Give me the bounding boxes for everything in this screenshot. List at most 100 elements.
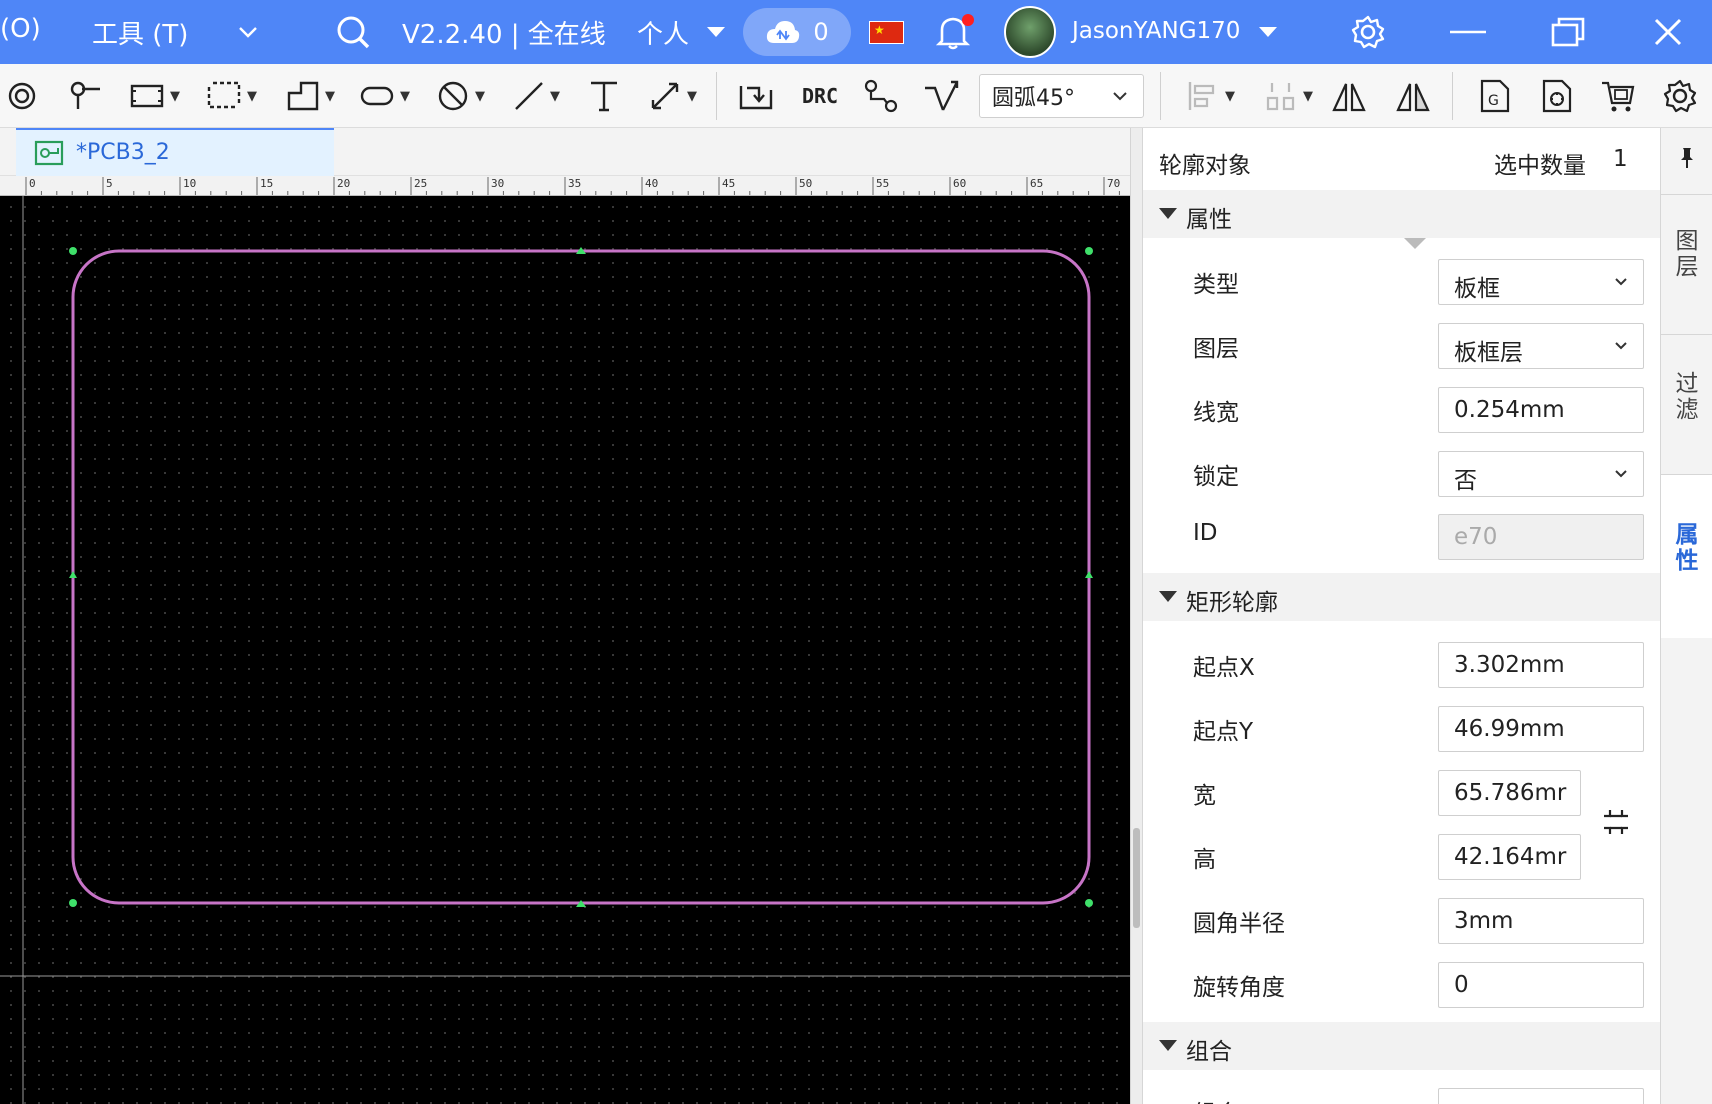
cloud-icon	[767, 21, 800, 43]
drc-button[interactable]: DRC	[796, 74, 844, 118]
board-outline-tool[interactable]: ▼	[126, 74, 184, 118]
cloud-sync-button[interactable]: 0	[743, 8, 851, 56]
caret-down-icon[interactable]: ▼	[170, 89, 180, 104]
menu-partial[interactable]: (O)	[0, 14, 41, 44]
start-y-input[interactable]: 46.99mm	[1438, 706, 1644, 752]
polyline-tool[interactable]: ▼	[282, 74, 340, 118]
collapse-triangle-icon	[1159, 208, 1177, 219]
distribute-tool[interactable]: ▼	[1258, 74, 1320, 118]
group-input[interactable]	[1438, 1088, 1644, 1104]
gear-icon[interactable]	[1348, 12, 1388, 52]
link-aspect-icon[interactable]	[1598, 804, 1634, 840]
row-start-x: 起点X 3.302mm	[1143, 632, 1660, 696]
via-tool-icon[interactable]	[4, 74, 40, 118]
caret-down-icon[interactable]: ▼	[247, 89, 257, 104]
caret-down-icon[interactable]: ▼	[1303, 89, 1313, 104]
width-input[interactable]: 65.786mr	[1438, 770, 1581, 816]
radius-input[interactable]: 3mm	[1438, 898, 1644, 944]
diff-pair-icon[interactable]	[922, 74, 960, 118]
height-input[interactable]: 42.164mr	[1438, 834, 1581, 880]
lock-label: 锁定	[1193, 464, 1239, 490]
cart-icon[interactable]	[1598, 74, 1638, 118]
china-flag-icon[interactable]: ★	[869, 21, 904, 44]
section-label: 组合	[1186, 1039, 1232, 1065]
single-route-icon[interactable]	[862, 74, 900, 118]
pin-icon[interactable]	[1675, 146, 1699, 170]
handle-bottom-left[interactable]	[69, 899, 77, 907]
radius-label: 圆角半径	[1193, 911, 1285, 937]
canvas-scrollbar[interactable]	[1130, 128, 1142, 1104]
caret-down-icon[interactable]: ▼	[687, 89, 697, 104]
section-label: 属性	[1186, 207, 1232, 233]
layer-select[interactable]: 板框层	[1438, 323, 1644, 369]
no-entry-icon	[438, 81, 468, 111]
handle-bottom-right[interactable]	[1085, 899, 1093, 907]
chevron-down-icon	[1615, 470, 1627, 478]
tab-layers[interactable]: 图 层	[1661, 194, 1712, 334]
section-group[interactable]: 组合	[1143, 1022, 1660, 1070]
handle-top-right[interactable]	[1085, 247, 1093, 255]
ellipse-tool[interactable]: ▼	[356, 74, 414, 118]
ruler-label: 40	[645, 177, 659, 190]
caret-down-icon[interactable]	[696, 12, 736, 52]
caret-down-icon[interactable]	[1248, 12, 1288, 52]
linewidth-input[interactable]: 0.254mm	[1438, 387, 1644, 433]
dimension-tool[interactable]: ▼	[644, 74, 702, 118]
region-tool[interactable]: ▼	[202, 74, 262, 118]
section-rect-outline[interactable]: 矩形轮廓	[1143, 573, 1660, 621]
caret-down-icon[interactable]: ▼	[325, 89, 335, 104]
row-type: 类型 板框	[1143, 249, 1660, 313]
ruler-label: 5	[106, 177, 113, 190]
text-tool-icon[interactable]	[586, 74, 622, 118]
minimize-icon[interactable]	[1448, 12, 1488, 52]
ruler-label: 65	[1030, 177, 1044, 190]
lock-select[interactable]: 否	[1438, 451, 1644, 497]
caret-down-icon[interactable]: ▼	[550, 89, 560, 104]
avatar[interactable]	[1004, 6, 1056, 58]
smt-export-icon[interactable]	[1536, 74, 1576, 118]
type-value: 板框	[1454, 276, 1500, 302]
document-tab-strip: *PCB3_2	[0, 128, 1130, 176]
handle-top-left[interactable]	[69, 247, 77, 255]
start-x-input[interactable]: 3.302mm	[1438, 642, 1644, 688]
row-start-y: 起点Y 46.99mm	[1143, 696, 1660, 760]
search-icon[interactable]	[333, 12, 373, 52]
gerber-export-icon[interactable]: G	[1474, 74, 1514, 118]
pcb-canvas[interactable]	[0, 196, 1130, 1104]
rotation-input[interactable]: 0	[1438, 962, 1644, 1008]
tab-layers-char: 图	[1675, 228, 1699, 254]
flip-horizontal-icon[interactable]	[1330, 74, 1368, 118]
handle-left-mid[interactable]	[69, 571, 77, 578]
line-tool[interactable]: ▼	[508, 74, 566, 118]
restore-icon[interactable]	[1548, 12, 1588, 52]
caret-down-icon[interactable]: ▼	[1225, 89, 1235, 104]
section-attributes[interactable]: 属性	[1143, 190, 1660, 238]
align-tool[interactable]: ▼	[1180, 74, 1242, 118]
workspace-selector[interactable]: 个人	[637, 14, 689, 51]
ruler-label: 20	[337, 177, 351, 190]
rotation-label: 旋转角度	[1193, 975, 1285, 1001]
chevron-down-icon[interactable]	[228, 12, 268, 52]
caret-down-icon[interactable]: ▼	[475, 89, 485, 104]
prohibit-tool[interactable]: ▼	[432, 74, 490, 118]
board-outline-rect[interactable]	[71, 249, 1091, 905]
tab-properties[interactable]: 属 性	[1661, 474, 1712, 638]
username-label[interactable]: JasonYANG170	[1072, 18, 1240, 44]
group-label: 组合	[1193, 1094, 1239, 1104]
type-select[interactable]: 板框	[1438, 259, 1644, 305]
ruler-label: 70	[1107, 177, 1121, 190]
line-icon	[515, 82, 543, 110]
gear-icon[interactable]	[1660, 74, 1700, 118]
arc-mode-select[interactable]: 圆弧45°	[979, 74, 1144, 118]
tab-filter[interactable]: 过 滤	[1661, 334, 1712, 474]
handle-right-mid[interactable]	[1085, 571, 1093, 578]
pad-tool-icon[interactable]	[66, 74, 104, 118]
scrollbar-thumb[interactable]	[1133, 828, 1140, 928]
menu-tools[interactable]: 工具 (T)	[92, 14, 188, 51]
caret-down-icon[interactable]: ▼	[400, 89, 410, 104]
flip-vertical-icon[interactable]	[1394, 74, 1432, 118]
row-width: 宽 65.786mr	[1143, 760, 1660, 824]
close-icon[interactable]	[1648, 12, 1688, 52]
tab-pcb3-2[interactable]: *PCB3_2	[16, 128, 334, 176]
route-tool-icon[interactable]	[738, 74, 776, 118]
